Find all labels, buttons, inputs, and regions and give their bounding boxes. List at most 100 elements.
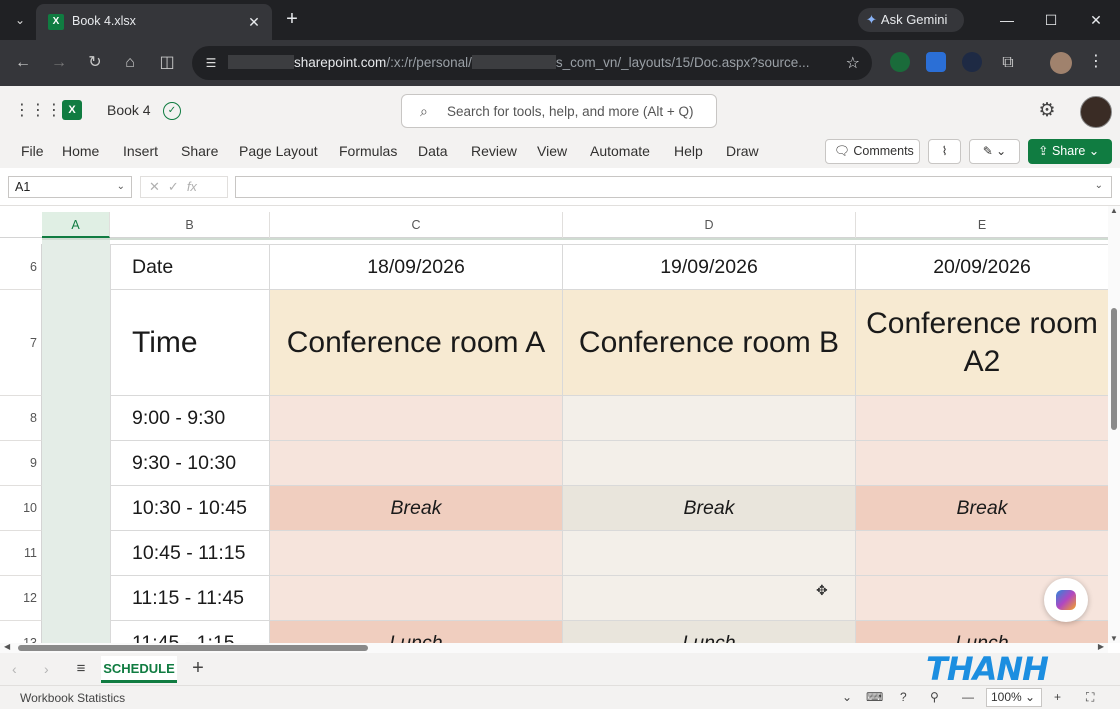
copilot-button[interactable]: [1044, 578, 1088, 622]
extension-circle-icon[interactable]: [962, 52, 982, 72]
document-title[interactable]: Book 4: [107, 102, 151, 118]
cell-c7[interactable]: Conference room A: [270, 290, 563, 396]
saved-status-icon[interactable]: ✓: [163, 102, 181, 120]
tab-share[interactable]: Share: [181, 143, 218, 159]
column-header-d[interactable]: D: [563, 212, 856, 238]
ask-gemini-button[interactable]: ✦ Ask Gemini: [858, 8, 964, 32]
browser-menu-icon[interactable]: ⋮: [1088, 51, 1104, 71]
extension-shield-icon[interactable]: [890, 52, 910, 72]
tab-home[interactable]: Home: [62, 143, 99, 159]
next-sheet-icon[interactable]: ›: [44, 661, 49, 677]
tab-search-chevron-icon[interactable]: ⌄: [8, 8, 32, 32]
vertical-scrollbar[interactable]: ▲ ▼: [1108, 206, 1120, 643]
cell-b12[interactable]: 11:15 - 11:45: [110, 576, 270, 621]
cell-b8[interactable]: 9:00 - 9:30: [110, 396, 270, 441]
fullscreen-icon[interactable]: ⛶: [1086, 690, 1094, 705]
cell-b9[interactable]: 9:30 - 10:30: [110, 441, 270, 486]
name-box[interactable]: A1 ⌄: [8, 176, 132, 198]
accessibility-icon[interactable]: ⚲: [930, 690, 939, 704]
horizontal-scroll-thumb[interactable]: [18, 645, 368, 651]
column-header-c[interactable]: C: [270, 212, 563, 238]
enter-check-icon[interactable]: ✓: [168, 179, 187, 194]
forward-arrow-icon[interactable]: →: [47, 51, 71, 75]
address-bar[interactable]: ☰ sharepoint.com/:x:/r/personal/s_com_vn…: [192, 46, 872, 80]
keyboard-icon[interactable]: ⌨: [866, 690, 883, 704]
row-header-11[interactable]: 11: [0, 531, 42, 576]
cell-d10[interactable]: Break: [563, 486, 856, 531]
app-launcher-icon[interactable]: ⋮⋮⋮: [14, 102, 62, 120]
status-chevron-icon[interactable]: ⌄: [842, 690, 852, 704]
cell-d6[interactable]: 19/09/2026: [563, 244, 856, 290]
tab-page-layout[interactable]: Page Layout: [239, 143, 318, 159]
profile-avatar[interactable]: [1050, 52, 1072, 74]
tab-formulas[interactable]: Formulas: [339, 143, 397, 159]
cell-e13[interactable]: Lunch: [856, 621, 1108, 643]
back-arrow-icon[interactable]: ←: [11, 51, 35, 75]
cell-e8[interactable]: [856, 396, 1108, 441]
share-button[interactable]: ⇪ Share ⌄: [1028, 139, 1112, 164]
column-header-e[interactable]: E: [856, 212, 1108, 238]
bookmark-star-icon[interactable]: ☆: [846, 53, 860, 73]
catch-up-icon[interactable]: ⌇: [928, 139, 961, 164]
zoom-out-icon[interactable]: —: [962, 690, 974, 704]
tab-close-icon[interactable]: ✕: [244, 12, 264, 32]
cell-d13[interactable]: Lunch: [563, 621, 856, 643]
cell-b6[interactable]: Date: [110, 244, 270, 290]
browser-tab[interactable]: X Book 4.xlsx ✕: [36, 4, 272, 40]
tab-view[interactable]: View: [537, 143, 567, 159]
scroll-right-icon[interactable]: ▶: [1098, 642, 1104, 651]
cell-b11[interactable]: 10:45 - 11:15: [110, 531, 270, 576]
home-icon[interactable]: ⌂: [118, 51, 142, 75]
cell-d12[interactable]: [563, 576, 856, 621]
zoom-level[interactable]: 100% ⌄: [986, 688, 1042, 707]
settings-gear-icon[interactable]: ⚙: [1036, 100, 1058, 122]
all-sheets-icon[interactable]: ≡: [72, 660, 90, 678]
column-header-b[interactable]: B: [110, 212, 270, 238]
maximize-icon[interactable]: ☐: [1039, 8, 1063, 32]
tab-help[interactable]: Help: [674, 143, 703, 159]
column-header-a[interactable]: A: [42, 212, 110, 238]
split-view-icon[interactable]: ◫: [155, 51, 179, 75]
cell-c8[interactable]: [270, 396, 563, 441]
tab-draw[interactable]: Draw: [726, 143, 759, 159]
reload-icon[interactable]: ↻: [83, 51, 107, 75]
workbook-statistics[interactable]: Workbook Statistics: [20, 691, 125, 705]
cell-d7[interactable]: Conference room B: [563, 290, 856, 396]
cell-e9[interactable]: [856, 441, 1108, 486]
vertical-scroll-thumb[interactable]: [1111, 308, 1117, 430]
column-a-cells[interactable]: [42, 240, 110, 643]
scroll-up-icon[interactable]: ▲: [1110, 206, 1118, 215]
cell-c6[interactable]: 18/09/2026: [270, 244, 563, 290]
worksheet-grid[interactable]: A B C D E 6 7 8 9 10 11 12 13 Date 18/09…: [0, 206, 1108, 643]
help-icon[interactable]: ?: [900, 690, 907, 704]
tab-file[interactable]: File: [21, 143, 44, 159]
cell-c12[interactable]: [270, 576, 563, 621]
tab-automate[interactable]: Automate: [590, 143, 650, 159]
cancel-icon[interactable]: ✕: [149, 179, 168, 194]
user-avatar[interactable]: [1080, 96, 1112, 128]
cell-c10[interactable]: Break: [270, 486, 563, 531]
site-info-icon[interactable]: ☰: [202, 54, 220, 72]
editing-mode-button[interactable]: ✎ ⌄: [969, 139, 1020, 164]
sheet-tab-schedule[interactable]: SCHEDULE: [101, 656, 177, 683]
prev-sheet-icon[interactable]: ‹: [12, 661, 17, 677]
cell-e10[interactable]: Break: [856, 486, 1108, 531]
tab-review[interactable]: Review: [471, 143, 517, 159]
tab-insert[interactable]: Insert: [123, 143, 158, 159]
extension-files-icon[interactable]: [926, 52, 946, 72]
row-header-7[interactable]: 7: [0, 290, 42, 396]
comments-button[interactable]: 🗨 Comments: [825, 139, 920, 164]
cell-d8[interactable]: [563, 396, 856, 441]
zoom-in-icon[interactable]: +: [1054, 690, 1061, 704]
row-header-9[interactable]: 9: [0, 441, 42, 486]
row-header-6[interactable]: 6: [0, 244, 42, 290]
row-header-8[interactable]: 8: [0, 396, 42, 441]
row-header-13[interactable]: 13: [0, 621, 42, 643]
close-window-icon[interactable]: ✕: [1084, 8, 1108, 32]
row-header-12[interactable]: 12: [0, 576, 42, 621]
cell-c9[interactable]: [270, 441, 563, 486]
cell-e11[interactable]: [856, 531, 1108, 576]
cell-b7[interactable]: Time: [110, 290, 270, 396]
search-box[interactable]: ⌕ Search for tools, help, and more (Alt …: [401, 94, 717, 128]
cell-b10[interactable]: 10:30 - 10:45: [110, 486, 270, 531]
